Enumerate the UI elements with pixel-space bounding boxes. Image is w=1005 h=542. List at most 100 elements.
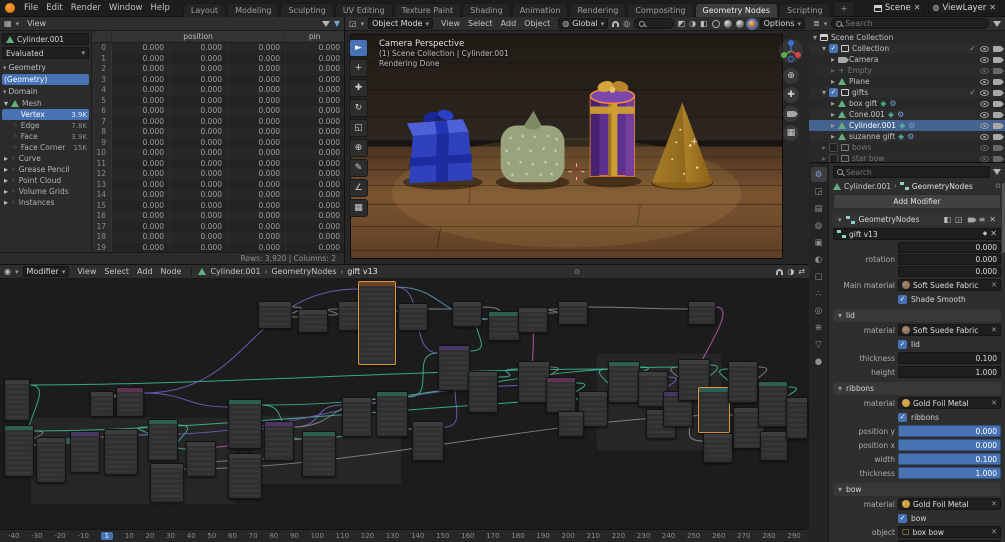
node-graph-canvas[interactable]: [0, 279, 809, 529]
hide-viewport-icon[interactable]: [980, 100, 989, 107]
wrench-tab[interactable]: ⚙: [810, 167, 827, 182]
graph-node[interactable]: [4, 379, 30, 421]
outliner-item-cone-001[interactable]: ▸ Cone.001 ◈ ⚙: [809, 109, 1005, 120]
modifier-extras-icon[interactable]: ≡: [979, 215, 986, 224]
timeline[interactable]: -40 -30 -20 -10 1 10 20 30 40 50 60 70 80 90 100 110 120…: [0, 529, 809, 542]
shading-solid-icon[interactable]: [723, 19, 732, 28]
domain-item-curve[interactable]: ▸ ◦ Curve: [2, 153, 89, 164]
section-ribbons[interactable]: ▾ ribbons: [833, 382, 1001, 395]
hide-viewport-icon[interactable]: [980, 111, 989, 118]
outliner-item-box-gift[interactable]: ▸ box gift ◈ ⚙: [809, 98, 1005, 109]
material-tab[interactable]: ●: [811, 354, 827, 369]
transform-icon[interactable]: ⊕: [349, 139, 368, 157]
add-workspace-button[interactable]: +: [832, 1, 856, 15]
filter-toggle-icon[interactable]: ▼: [334, 19, 340, 28]
expander-icon[interactable]: ▸: [822, 154, 826, 162]
outliner-item-camera[interactable]: ▸ Camera: [809, 54, 1005, 65]
select-box-icon[interactable]: ►: [349, 39, 368, 57]
hide-viewport-icon[interactable]: [980, 78, 989, 85]
material-field[interactable]: Gold Foil Metal ✕: [898, 498, 1001, 510]
collection-checkbox[interactable]: ✓: [829, 88, 839, 97]
physics-tab[interactable]: ◎: [811, 303, 827, 318]
workspace-tab-animation[interactable]: Animation: [511, 2, 569, 17]
evaluation-state-dropdown[interactable]: Evaluated ▾: [2, 47, 89, 59]
mode-dropdown[interactable]: Object Mode ▾: [368, 18, 433, 29]
node-menu-select[interactable]: Select: [100, 267, 133, 276]
section-lid[interactable]: ▾ lid: [833, 309, 1001, 322]
node-menu-node[interactable]: Node: [157, 267, 186, 276]
number-field[interactable]: 0.100: [898, 352, 1001, 364]
menu-window[interactable]: Window: [105, 3, 147, 13]
fake-user-icon[interactable]: ◆: [983, 231, 988, 237]
realtime-display-icon[interactable]: ◲: [955, 215, 963, 224]
shading-wireframe-icon[interactable]: [711, 19, 720, 28]
vector-value-field[interactable]: 0.000: [898, 266, 1001, 277]
graph-node[interactable]: [758, 381, 788, 427]
domain-item-face[interactable]: ◦ Face 3.9K: [2, 131, 89, 142]
graph-node[interactable]: [412, 421, 444, 461]
node-menu-add[interactable]: Add: [133, 267, 157, 276]
disable-render-icon[interactable]: [993, 133, 1004, 140]
world-tab[interactable]: ◐: [811, 252, 827, 267]
graph-node[interactable]: [228, 453, 262, 499]
disable-render-icon[interactable]: [993, 45, 1004, 52]
collection-checkbox[interactable]: ✓: [829, 143, 839, 152]
domain-item-mesh[interactable]: ▾ Mesh: [2, 98, 89, 109]
move-icon[interactable]: ✚: [349, 79, 368, 97]
scene-tab[interactable]: ▣: [811, 235, 827, 250]
hide-viewport-icon[interactable]: [980, 89, 989, 96]
viewport-menu-object[interactable]: Object: [520, 19, 554, 28]
graph-node[interactable]: [786, 397, 808, 439]
workspace-tab-compositing[interactable]: Compositing: [627, 2, 694, 17]
options-dropdown[interactable]: Options ▾: [759, 18, 805, 29]
annotate-icon[interactable]: ✎: [349, 159, 368, 177]
unlink-icon[interactable]: ✕: [991, 399, 997, 407]
workspace-tab-texture-paint[interactable]: Texture Paint: [393, 2, 462, 17]
perspective-toggle-icon[interactable]: ▦: [783, 125, 799, 141]
disable-render-icon[interactable]: [993, 111, 1004, 118]
camera-view-icon[interactable]: [783, 106, 799, 122]
unlink-icon[interactable]: ✕: [991, 528, 997, 536]
object-tab[interactable]: ▢: [811, 269, 827, 284]
graph-node[interactable]: [258, 301, 292, 329]
pin-icon[interactable]: ⊙: [574, 268, 580, 276]
viewport-menu-select[interactable]: Select: [464, 19, 497, 28]
rotate-icon[interactable]: ↻: [349, 99, 368, 117]
snap-magnet-icon[interactable]: [612, 20, 620, 27]
graph-node[interactable]: [468, 371, 498, 413]
outliner-item-gifts[interactable]: ▾ ✓ gifts ✓: [809, 87, 1005, 98]
orientation-dropdown[interactable]: ◍ Global ▾: [558, 18, 609, 29]
viewport-menu-view[interactable]: View: [437, 19, 464, 28]
workspace-tab-uv-editing[interactable]: UV Editing: [334, 2, 393, 17]
expander-icon[interactable]: ▸: [831, 77, 835, 86]
disable-render-icon[interactable]: [993, 100, 1004, 107]
vector-value-field[interactable]: 0.000: [898, 254, 1001, 265]
graph-node[interactable]: [150, 463, 184, 503]
checkbox[interactable]: ✓: [898, 339, 907, 349]
viewlayer-unlink-icon[interactable]: ✕: [989, 4, 996, 12]
edit-mode-display-icon[interactable]: ◧: [943, 215, 951, 224]
domain-item-volume-grids[interactable]: ▸ ◦ Volume Grids: [2, 186, 89, 197]
pin-icon[interactable]: ⊙: [995, 182, 1001, 190]
hide-viewport-icon[interactable]: [980, 133, 989, 140]
graph-node[interactable]: [148, 419, 178, 461]
workspace-tab-layout[interactable]: Layout: [182, 2, 227, 17]
expander-icon[interactable]: ▸: [4, 154, 8, 163]
outliner-item-cylinder-001[interactable]: ▸ Cylinder.001 ◈ ⚙: [809, 120, 1005, 131]
graph-node[interactable]: [36, 437, 66, 483]
checkbox[interactable]: ✓: [898, 294, 907, 304]
hide-viewport-icon[interactable]: [980, 45, 989, 52]
node-tree-type-dropdown[interactable]: Modifier ▾: [22, 266, 70, 277]
graph-node[interactable]: [760, 431, 788, 461]
output-tab[interactable]: ▤: [811, 201, 827, 216]
node-group-selector[interactable]: gift v13 ◆ ✕: [833, 228, 1001, 240]
current-frame-indicator[interactable]: 1: [100, 532, 114, 540]
expander-icon[interactable]: ▸: [831, 110, 835, 119]
close-icon[interactable]: ✕: [989, 215, 996, 224]
graph-node[interactable]: [70, 431, 100, 473]
graph-node[interactable]: [302, 431, 336, 477]
modifier-panel-header[interactable]: ▾ GeometryNodes ◧ ◲ ≡ ✕: [833, 213, 1001, 226]
column-header-position[interactable]: position: [112, 31, 286, 42]
domain-item-point-cloud[interactable]: ▸ ◦ Point Cloud: [2, 175, 89, 186]
graph-node[interactable]: [398, 303, 428, 331]
